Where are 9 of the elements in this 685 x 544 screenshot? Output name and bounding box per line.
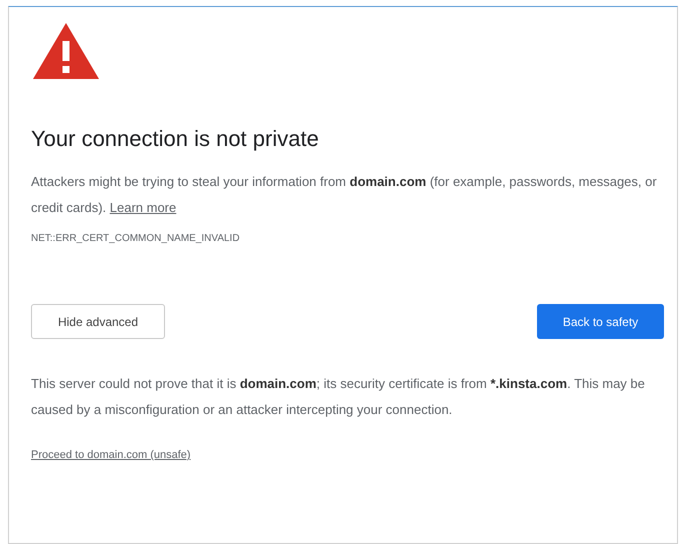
learn-more-link[interactable]: Learn more xyxy=(110,200,176,215)
back-button[interactable]: Back to safety xyxy=(537,304,664,339)
description-text: Attackers might be trying to steal your information from domain.com (for example, passwords, messages, or credit cards). Learn more xyxy=(31,173,658,217)
proceed-link[interactable]: Proceed to domain.com (unsafe) xyxy=(31,449,191,461)
error-code: NET::ERR_CERT_COMMON_NAME_INVALID xyxy=(31,233,241,244)
details-text: This server could not prove that it is domain.com; its security certificate is from *.kinsta.com. This may be caused by a misconfiguration or an attacker intercepting your connection. xyxy=(31,375,646,419)
hide-advanced-button[interactable]: Hide advanced xyxy=(31,304,165,339)
page-heading: Your connection is not private xyxy=(31,125,320,153)
warning-icon xyxy=(31,21,101,81)
